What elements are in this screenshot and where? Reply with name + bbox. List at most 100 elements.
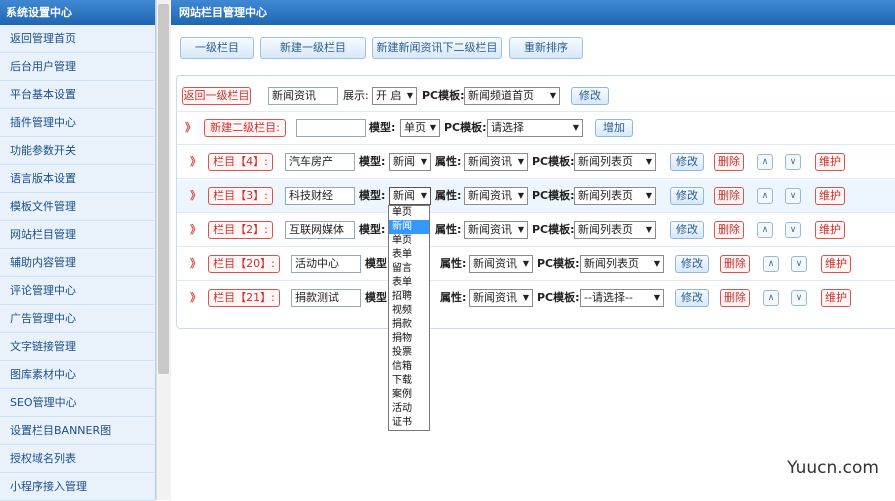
sidebar-item-domains[interactable]: 授权域名列表 bbox=[0, 445, 155, 473]
move-up-icon[interactable]: ∧ bbox=[757, 222, 773, 238]
column-name-input[interactable]: 捐款测试 bbox=[291, 289, 361, 307]
edit-button[interactable]: 修改 bbox=[670, 153, 704, 171]
move-down-icon[interactable]: ∨ bbox=[785, 188, 801, 204]
column-name-input[interactable]: 活动中心 bbox=[291, 255, 361, 273]
sidebar-item-comments[interactable]: 评论管理中心 bbox=[0, 277, 155, 305]
new-level1-column-button[interactable]: 新建一级栏目 bbox=[260, 37, 366, 59]
sidebar-item-seo[interactable]: SEO管理中心 bbox=[0, 389, 155, 417]
edit-button[interactable]: 修改 bbox=[670, 221, 704, 239]
column-name-input[interactable]: 互联网媒体 bbox=[285, 221, 355, 239]
sidebar-item-platform-settings[interactable]: 平台基本设置 bbox=[0, 81, 155, 109]
attr-select[interactable]: 新闻资讯 ▼ bbox=[464, 221, 528, 239]
dropdown-option[interactable]: 下载 bbox=[389, 374, 429, 388]
sidebar-item-language[interactable]: 语言版本设置 bbox=[0, 165, 155, 193]
dropdown-option[interactable]: 投票 bbox=[389, 346, 429, 360]
move-up-icon[interactable]: ∧ bbox=[763, 256, 779, 272]
dropdown-option[interactable]: 信箱 bbox=[389, 360, 429, 374]
attr-select[interactable]: 新闻资讯 ▼ bbox=[464, 153, 528, 171]
sidebar-item-plugins[interactable]: 插件管理中心 bbox=[0, 109, 155, 137]
column-name-input[interactable]: 科技财经 bbox=[285, 187, 355, 205]
column-tag-button[interactable]: 栏目【2】: bbox=[208, 221, 273, 239]
sidebar-item-banner[interactable]: 设置栏目BANNER图 bbox=[0, 417, 155, 445]
back-to-level1-button[interactable]: 返回一级栏目 bbox=[182, 87, 251, 105]
sidebar-item-aux-content[interactable]: 辅助内容管理 bbox=[0, 249, 155, 277]
dropdown-option[interactable]: 案例 bbox=[389, 388, 429, 402]
sidebar-item-text-links[interactable]: 文字链接管理 bbox=[0, 333, 155, 361]
new-subcolumn-name-input[interactable] bbox=[296, 119, 366, 137]
pc-template-select[interactable]: --请选择-- ▼ bbox=[580, 289, 664, 307]
attr-value: 新闻资讯 bbox=[468, 189, 512, 202]
dropdown-option[interactable]: 捐物 bbox=[389, 332, 429, 346]
delete-button[interactable]: 删除 bbox=[720, 289, 750, 307]
edit-button[interactable]: 修改 bbox=[670, 187, 704, 205]
sidebar-item-miniprogram[interactable]: 小程序接入管理 bbox=[0, 473, 155, 501]
pc-template-select[interactable]: 新闻列表页 ▼ bbox=[574, 153, 656, 171]
edit-button[interactable]: 修改 bbox=[675, 255, 709, 273]
new-subcolumn-button[interactable]: 新建二级栏目: bbox=[204, 119, 286, 137]
chevron-right-icon: 》 bbox=[190, 291, 201, 304]
move-down-icon[interactable]: ∨ bbox=[785, 222, 801, 238]
column-tag-button[interactable]: 栏目【20】: bbox=[208, 255, 280, 273]
column-tag-button[interactable]: 栏目【3】: bbox=[208, 187, 273, 205]
sidebar-item-gallery[interactable]: 图库素材中心 bbox=[0, 361, 155, 389]
dropdown-option-selected[interactable]: 新闻 bbox=[389, 220, 429, 234]
dropdown-option[interactable]: 单页 bbox=[389, 234, 429, 248]
move-up-icon[interactable]: ∧ bbox=[757, 154, 773, 170]
sidebar-scrollbar[interactable] bbox=[156, 0, 171, 500]
move-up-icon[interactable]: ∧ bbox=[757, 188, 773, 204]
attr-select[interactable]: 新闻资讯 ▼ bbox=[469, 255, 533, 273]
sidebar-item-users[interactable]: 后台用户管理 bbox=[0, 53, 155, 81]
dropdown-option[interactable]: 视频 bbox=[389, 304, 429, 318]
model-select-open[interactable]: 新闻 ▼ bbox=[389, 187, 431, 205]
model-dropdown-list[interactable]: 单页 新闻 单页 表单 留言 表单 招聘 视频 捐款 捐物 投票 信箱 下载 案… bbox=[388, 205, 430, 431]
model-select[interactable]: 新闻 ▼ bbox=[389, 153, 431, 171]
edit-button[interactable]: 修改 bbox=[675, 289, 709, 307]
add-button[interactable]: 增加 bbox=[595, 119, 633, 137]
sidebar-item-ads[interactable]: 广告管理中心 bbox=[0, 305, 155, 333]
new-pc-template-select[interactable]: 请选择 ▼ bbox=[487, 119, 583, 137]
pc-template-select[interactable]: 新闻列表页 ▼ bbox=[574, 221, 656, 239]
attr-select[interactable]: 新闻资讯 ▼ bbox=[469, 289, 533, 307]
move-up-icon[interactable]: ∧ bbox=[763, 290, 779, 306]
dropdown-option[interactable]: 证书 bbox=[389, 416, 429, 430]
dropdown-option[interactable]: 捐款 bbox=[389, 318, 429, 332]
dropdown-option[interactable]: 留言 bbox=[389, 262, 429, 276]
pc-template-select[interactable]: 新闻频道首页 ▼ bbox=[464, 87, 560, 105]
edit-parent-button[interactable]: 修改 bbox=[571, 87, 609, 105]
pc-template-select[interactable]: 新闻列表页 ▼ bbox=[580, 255, 664, 273]
maintain-button[interactable]: 维护 bbox=[821, 289, 851, 307]
maintain-button[interactable]: 维护 bbox=[821, 255, 851, 273]
new-model-select[interactable]: 单页 ▼ bbox=[400, 119, 440, 137]
sidebar: 系统设置中心 返回管理首页 后台用户管理 平台基本设置 插件管理中心 功能参数开… bbox=[0, 0, 156, 501]
resort-button[interactable]: 重新排序 bbox=[509, 37, 583, 59]
parent-name-field[interactable]: 新闻资讯 bbox=[268, 87, 338, 105]
move-down-icon[interactable]: ∨ bbox=[791, 290, 807, 306]
maintain-button[interactable]: 维护 bbox=[815, 153, 845, 171]
dropdown-option[interactable]: 单页 bbox=[389, 206, 429, 220]
column-name-input[interactable]: 汽车房产 bbox=[285, 153, 355, 171]
sidebar-item-home[interactable]: 返回管理首页 bbox=[0, 25, 155, 53]
sidebar-item-feature-switches[interactable]: 功能参数开关 bbox=[0, 137, 155, 165]
move-down-icon[interactable]: ∨ bbox=[785, 154, 801, 170]
sidebar-item-columns[interactable]: 网站栏目管理 bbox=[0, 221, 155, 249]
sidebar-item-templates[interactable]: 模板文件管理 bbox=[0, 193, 155, 221]
maintain-button[interactable]: 维护 bbox=[815, 221, 845, 239]
pc-template-select[interactable]: 新闻列表页 ▼ bbox=[574, 187, 656, 205]
scrollbar-thumb[interactable] bbox=[158, 4, 169, 374]
column-tag-button[interactable]: 栏目【4】: bbox=[208, 153, 273, 171]
dropdown-option[interactable]: 表单 bbox=[389, 248, 429, 262]
dropdown-option[interactable]: 招聘 bbox=[389, 290, 429, 304]
dropdown-option[interactable]: 活动 bbox=[389, 402, 429, 416]
maintain-button[interactable]: 维护 bbox=[815, 187, 845, 205]
move-down-icon[interactable]: ∨ bbox=[791, 256, 807, 272]
level1-column-button[interactable]: 一级栏目 bbox=[180, 37, 254, 59]
delete-button[interactable]: 删除 bbox=[714, 221, 744, 239]
delete-button[interactable]: 删除 bbox=[720, 255, 750, 273]
attr-select[interactable]: 新闻资讯 ▼ bbox=[464, 187, 528, 205]
delete-button[interactable]: 删除 bbox=[714, 187, 744, 205]
dropdown-option[interactable]: 表单 bbox=[389, 276, 429, 290]
delete-button[interactable]: 删除 bbox=[714, 153, 744, 171]
display-select[interactable]: 开 启 ▼ bbox=[372, 87, 417, 105]
column-tag-button[interactable]: 栏目【21】: bbox=[208, 289, 280, 307]
new-news-subcolumn-button[interactable]: 新建新闻资讯下二级栏目 bbox=[372, 37, 502, 59]
